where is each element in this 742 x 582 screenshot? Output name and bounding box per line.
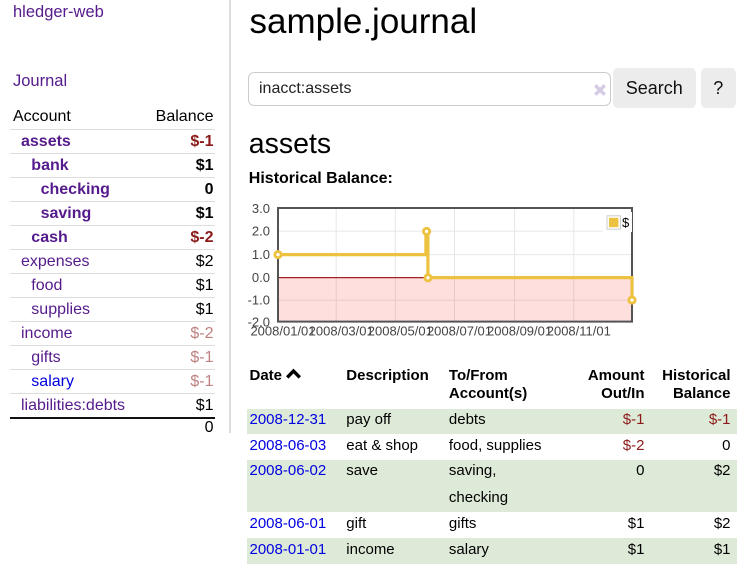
svg-text:3.0: 3.0 <box>252 201 270 216</box>
svg-text:2008/11/01: 2008/11/01 <box>547 324 611 339</box>
svg-text:2008/01/01: 2008/01/01 <box>250 324 315 339</box>
svg-text:2008/07/01: 2008/07/01 <box>427 324 492 339</box>
svg-text:2008/03/01: 2008/03/01 <box>309 324 374 339</box>
svg-text:2008/09/01: 2008/09/01 <box>487 324 552 339</box>
svg-text:0.0: 0.0 <box>252 270 270 285</box>
svg-text:-1.0: -1.0 <box>248 293 270 308</box>
svg-text:2.0: 2.0 <box>252 224 270 239</box>
svg-text:$: $ <box>622 215 630 230</box>
svg-text:2008/05/01: 2008/05/01 <box>368 324 433 339</box>
svg-text:1.0: 1.0 <box>252 247 270 262</box>
